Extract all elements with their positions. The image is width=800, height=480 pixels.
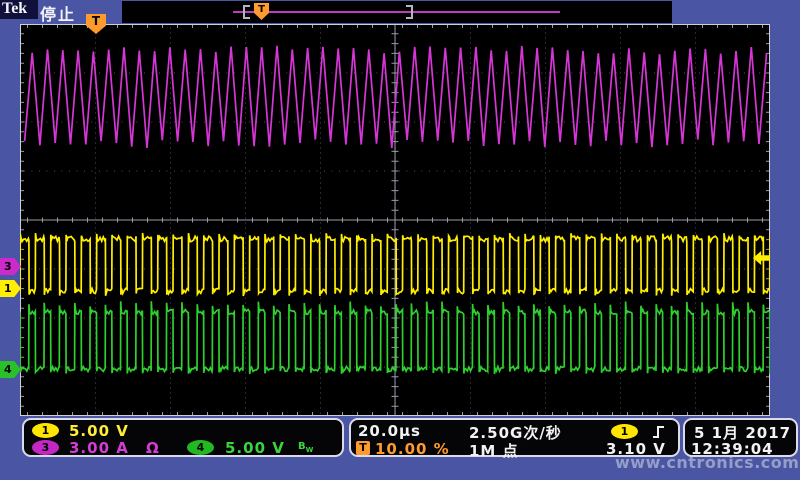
waveform-display — [20, 24, 770, 416]
record-view-bar[interactable]: T — [122, 1, 672, 23]
channel-3-scale: 3.00 A — [69, 439, 129, 457]
channel-4-badge[interactable]: 4 — [187, 440, 214, 455]
window-bracket-left-icon[interactable] — [243, 5, 250, 19]
channel-1-scale: 5.00 V — [69, 422, 129, 440]
trigger-source-badge[interactable]: 1 — [611, 424, 638, 439]
channel-3-reference-marker[interactable]: 3 — [0, 258, 21, 275]
oscilloscope-screen: Tek 停止 T T 3 1 4 1 5.00 V 3 3.00 A Ω 4 5… — [0, 0, 800, 480]
channel-4-scale: 5.00 V — [225, 439, 285, 457]
trigger-position-percent: 10.00 % — [375, 440, 450, 458]
datetime-box[interactable]: 5 1月 2017 12:39:04 — [683, 418, 798, 457]
record-trigger-marker-icon[interactable]: T — [254, 3, 269, 20]
watermark: www.cntronics.com — [615, 453, 799, 472]
horizontal-trigger-box[interactable]: 20.0μs 2.50G次/秒 1 T 10.00 % 1M 点 3.10 V — [349, 418, 680, 457]
rising-edge-icon — [652, 424, 666, 440]
channel-3-badge[interactable]: 3 — [32, 440, 59, 455]
channel-1-reference-marker[interactable]: 1 — [0, 280, 21, 297]
trigger-position-icon: T — [356, 441, 370, 455]
window-bracket-right-icon[interactable] — [406, 5, 413, 19]
bandwidth-limit-icon: BW — [298, 441, 313, 454]
waveform-svg — [20, 24, 770, 416]
record-length: 1M 点 — [469, 440, 519, 461]
record-waveform-line — [233, 11, 560, 13]
acquisition-status-label: 停止 — [40, 1, 76, 25]
tek-logo: Tek — [0, 0, 38, 19]
channel-3-impedance: Ω — [146, 439, 160, 457]
channel-readout-box[interactable]: 1 5.00 V 3 3.00 A Ω 4 5.00 V BW — [22, 418, 344, 457]
channel-4-reference-marker[interactable]: 4 — [0, 361, 21, 378]
channel-1-badge[interactable]: 1 — [32, 423, 59, 438]
timebase-scale: 20.0μs — [358, 422, 421, 440]
